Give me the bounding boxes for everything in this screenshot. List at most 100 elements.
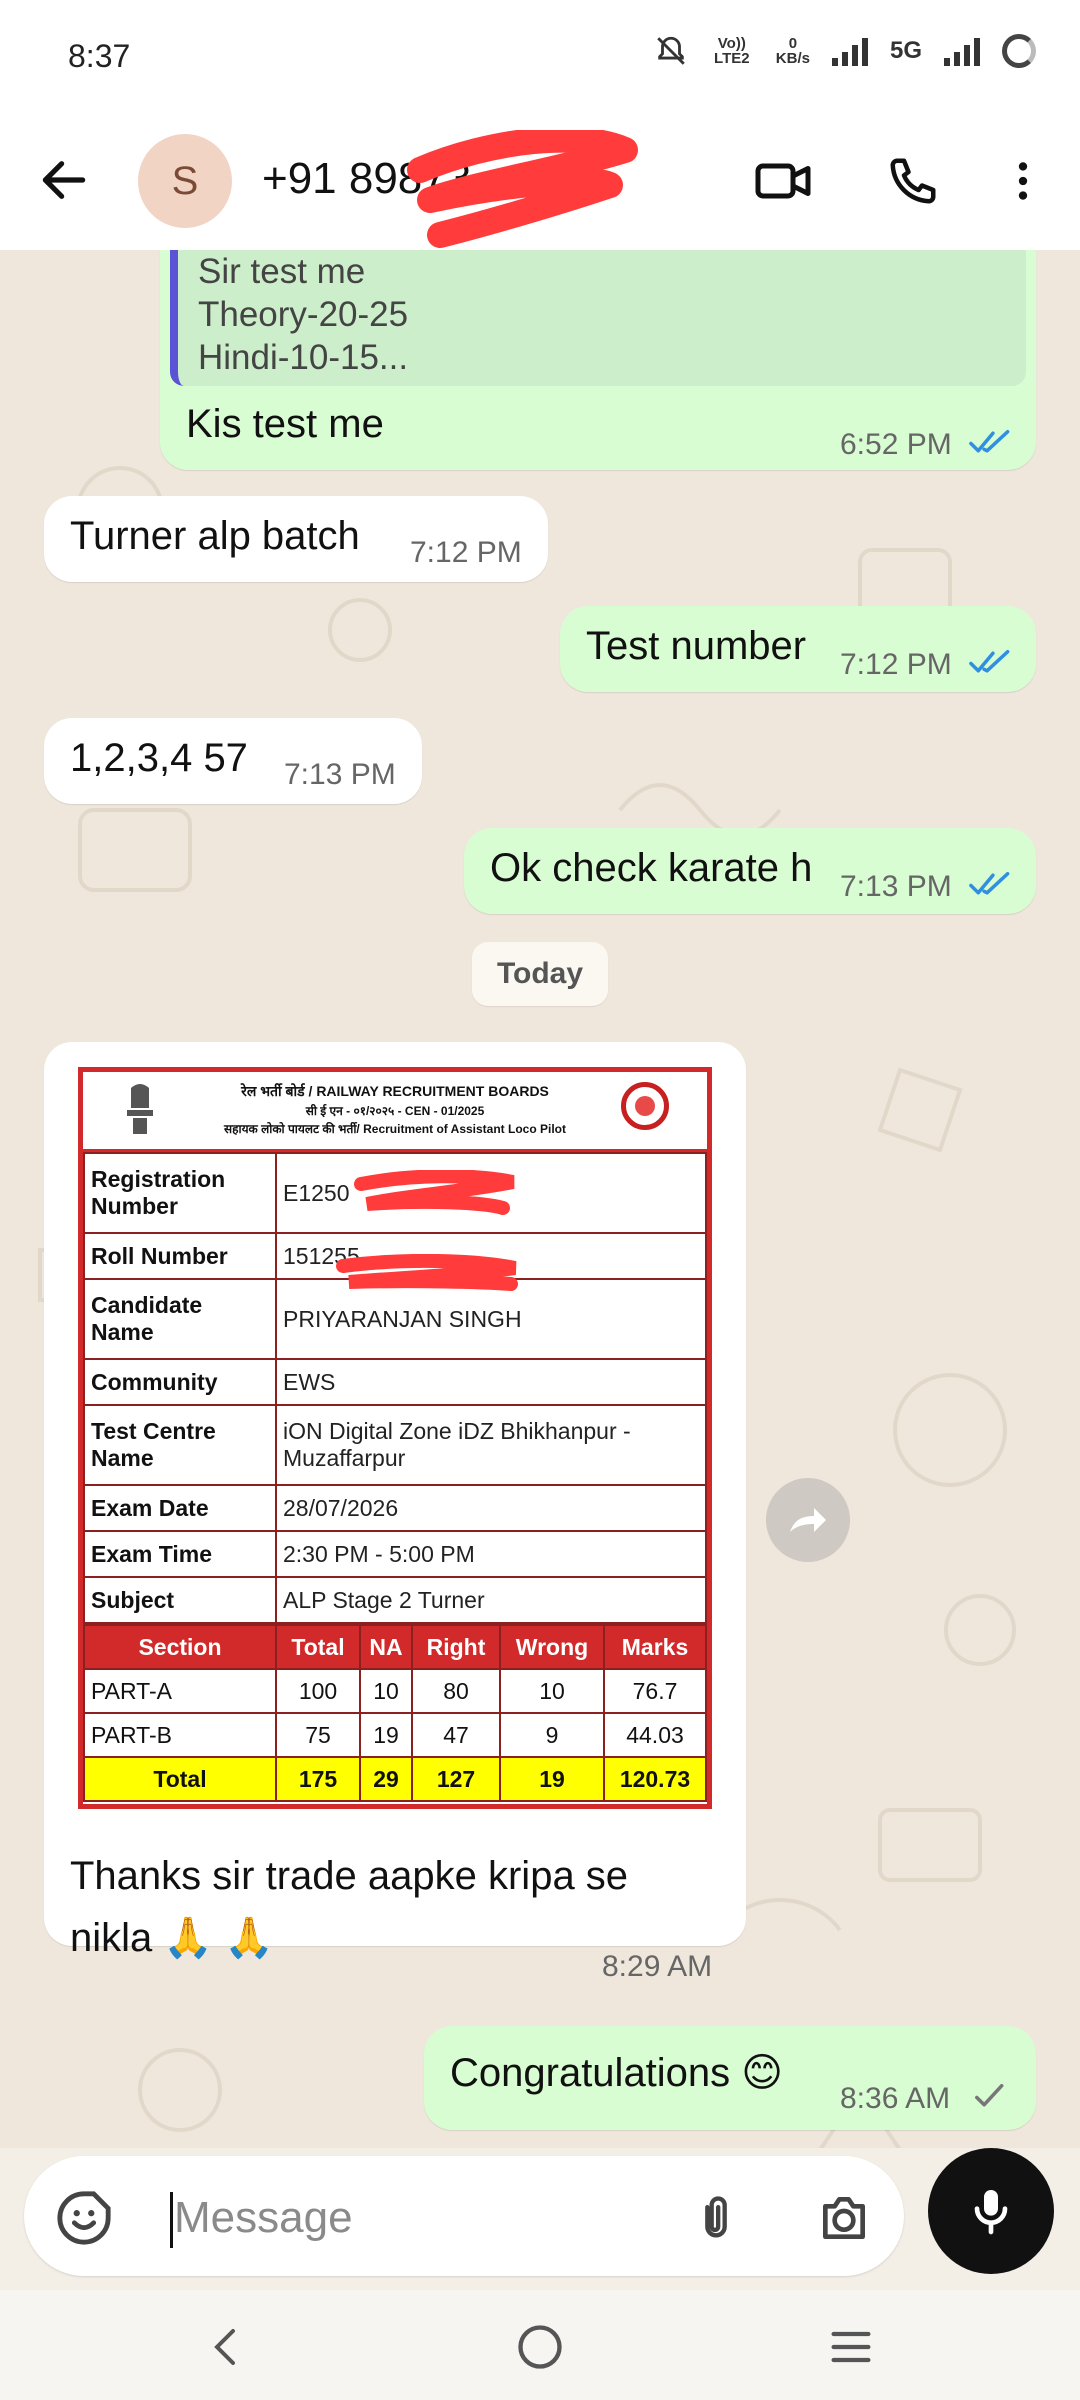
scorecard-image[interactable]: रेल भर्ती बोर्ड / RAILWAY RECRUITMENT BO… <box>78 1067 712 1809</box>
date-divider: Today <box>472 942 608 1006</box>
message-input[interactable] <box>174 2186 694 2250</box>
quote-line: Hindi-10-15... <box>198 338 409 377</box>
field-label: Roll Number <box>83 1232 277 1280</box>
sticker-icon <box>57 2191 111 2245</box>
camera-button[interactable] <box>812 2186 876 2250</box>
message-time: 7:13 PM <box>284 758 396 791</box>
nav-back-icon <box>214 2329 235 2365</box>
signal-strength-icon-2 <box>944 36 980 66</box>
network-speed-unit: KB/s <box>775 50 810 67</box>
status-icons: Vo)) LTE2 0 KB/s 5G <box>654 34 1036 68</box>
nav-home-button[interactable] <box>505 2312 575 2382</box>
nav-recents-icon <box>831 2331 871 2363</box>
candidate-details-table: Registration Number E1250 Roll Number 1512… <box>83 1152 707 1624</box>
back-button[interactable] <box>36 152 92 208</box>
nav-back-button[interactable] <box>192 2312 262 2382</box>
volte-indicator: Vo)) LTE2 <box>714 35 750 67</box>
score-cell: 76.7 <box>603 1668 707 1714</box>
redaction-scribble <box>354 1170 515 1215</box>
message-outgoing[interactable]: Test number 7:12 PM <box>560 606 1036 692</box>
message-text: Test number <box>586 624 807 668</box>
message-incoming[interactable]: 1,2,3,4 57 7:13 PM <box>44 718 422 804</box>
score-cell: PART-A <box>83 1668 277 1714</box>
text-caret <box>170 2192 173 2248</box>
quoted-message[interactable]: Sir test me Theory-20-25 Hindi-10-15... <box>170 250 1026 386</box>
score-table: Section Total NA Right Wrong Marks PART-… <box>83 1624 707 1802</box>
message-text: 1,2,3,4 57 <box>70 736 248 780</box>
score-row: PART-B 75 19 47 9 44.03 <box>83 1712 707 1758</box>
mic-icon <box>974 2190 1008 2235</box>
message-time: 8:36 AM <box>840 2082 951 2115</box>
more-options-button[interactable] <box>988 146 1058 216</box>
message-outgoing[interactable]: Sir test me Theory-20-25 Hindi-10-15... … <box>160 250 1036 470</box>
voice-record-button[interactable] <box>928 2148 1054 2274</box>
sent-check-icon <box>975 2083 1004 2107</box>
attach-icon <box>705 2196 727 2238</box>
message-time: 7:12 PM <box>840 648 952 681</box>
score-row: PART-A 100 10 80 10 76.7 <box>83 1668 707 1714</box>
railway-logo-icon <box>621 1082 669 1130</box>
scorecard-cen: सी ई एन - ०१/२०२५ - CEN - 01/2025 <box>305 1104 485 1118</box>
quote-line: Theory-20-25 <box>198 295 409 334</box>
message-time: 6:52 PM <box>840 428 952 461</box>
message-field[interactable] <box>24 2156 904 2276</box>
score-total-row: Total 175 29 127 19 120.73 <box>83 1756 707 1802</box>
message-time: 7:12 PM <box>410 536 522 569</box>
read-receipt-icon <box>969 871 1010 895</box>
message-text: Turner alp batch <box>70 514 360 558</box>
back-arrow-icon <box>42 161 86 199</box>
score-header: Marks <box>603 1624 707 1670</box>
forward-button[interactable] <box>766 1478 850 1562</box>
message-outgoing[interactable]: Congratulations 😊 8:36 AM <box>424 2026 1036 2130</box>
status-bar: 8:37 Vo)) LTE2 0 KB/s 5G <box>0 0 1080 112</box>
score-cell: 19 <box>359 1712 413 1758</box>
video-call-icon <box>755 163 811 199</box>
message-outgoing[interactable]: Ok check karate h 7:13 PM <box>464 828 1036 914</box>
signal-strength-icon <box>831 36 868 66</box>
scorecard-subtitle: सहायक लोको पायलट की भर्ती/ Recruitment o… <box>223 1122 567 1136</box>
quote-line: Sir test me <box>198 252 366 291</box>
more-vert-icon <box>1018 162 1028 200</box>
score-header: Right <box>411 1624 501 1670</box>
score-cell: 175 <box>275 1756 361 1802</box>
read-receipt-icon <box>969 649 1010 673</box>
score-cell: 10 <box>359 1668 413 1714</box>
score-header: Wrong <box>499 1624 605 1670</box>
message-text: Kis test me <box>186 402 384 446</box>
attach-button[interactable] <box>684 2186 748 2250</box>
score-cell: Total <box>83 1756 277 1802</box>
score-cell: 29 <box>359 1756 413 1802</box>
message-text: nikla 🙏 🙏 <box>70 1916 275 1960</box>
contact-avatar[interactable]: S <box>138 134 232 228</box>
score-header: Section <box>83 1624 277 1670</box>
field-label: Subject <box>83 1576 277 1624</box>
message-text: Congratulations 😊 <box>450 2051 783 2095</box>
scorecard-header: रेल भर्ती बोर्ड / RAILWAY RECRUITMENT BO… <box>83 1072 707 1152</box>
network-type: 5G <box>889 37 922 64</box>
score-header: Total <box>275 1624 361 1670</box>
field-label: Community <box>83 1358 277 1406</box>
nav-recents-button[interactable] <box>816 2312 886 2382</box>
score-cell: 120.73 <box>603 1756 707 1802</box>
score-cell: 127 <box>411 1756 501 1802</box>
score-cell: 9 <box>499 1712 605 1758</box>
exam-time-value: 2:30 PM - 5:00 PM <box>275 1530 707 1578</box>
field-label: Candidate Name <box>83 1278 277 1360</box>
system-nav-bar <box>0 2290 1080 2400</box>
forward-icon <box>790 1508 826 1532</box>
emoji-sticker-button[interactable] <box>52 2186 116 2250</box>
community-value: EWS <box>275 1358 707 1406</box>
video-call-button[interactable] <box>748 146 818 216</box>
field-label: Test Centre Name <box>83 1404 277 1486</box>
score-cell: 80 <box>411 1668 501 1714</box>
network-speed: 0 KB/s <box>776 36 810 66</box>
message-incoming[interactable]: Turner alp batch 7:12 PM <box>44 496 548 582</box>
chat-area[interactable]: Sir test me Theory-20-25 Hindi-10-15... … <box>0 250 1080 2148</box>
message-text: Ok check karate h <box>490 846 813 890</box>
message-time: 8:29 AM <box>602 1950 713 1983</box>
score-cell: PART-B <box>83 1712 277 1758</box>
score-cell: 75 <box>275 1712 361 1758</box>
voice-call-button[interactable] <box>878 146 948 216</box>
score-cell: 47 <box>411 1712 501 1758</box>
chat-header: S +91 89873 <box>0 112 1080 250</box>
